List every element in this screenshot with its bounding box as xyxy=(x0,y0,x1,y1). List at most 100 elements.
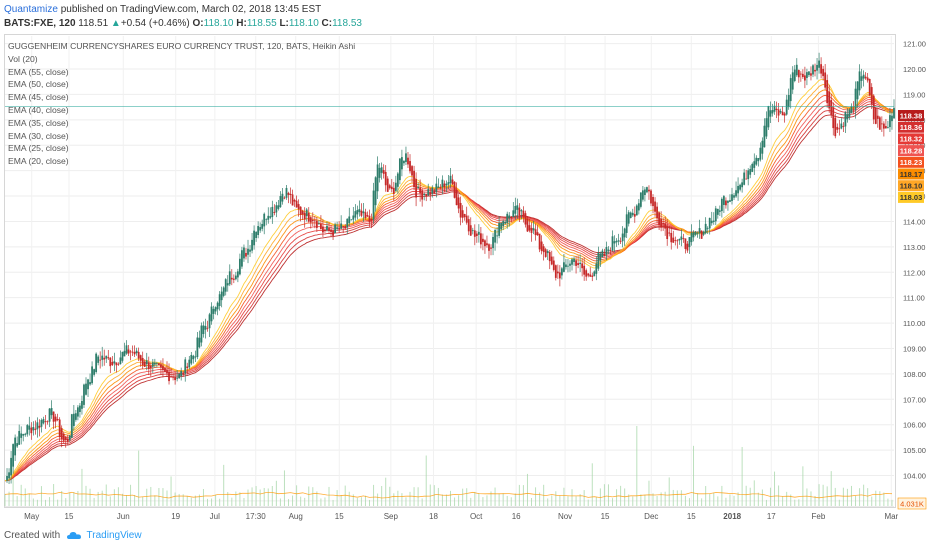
candle-body xyxy=(77,407,79,417)
candle-body xyxy=(265,219,268,221)
candle-body xyxy=(771,110,774,114)
candle-body xyxy=(684,238,687,249)
legend-item-ema-30[interactable]: EMA (30, close) xyxy=(8,130,355,143)
candle-body xyxy=(192,355,195,360)
candle-body xyxy=(186,366,189,369)
candle-body xyxy=(42,419,45,424)
candle-body xyxy=(654,201,656,212)
candle-body xyxy=(801,73,804,77)
candle-body xyxy=(623,228,626,238)
x-tick-label: 15 xyxy=(65,512,74,521)
tradingview-link[interactable]: TradingView xyxy=(87,530,142,541)
candle-body xyxy=(700,230,703,239)
legend-item-ema-50[interactable]: EMA (50, close) xyxy=(8,78,355,91)
x-tick-label: Nov xyxy=(558,512,572,521)
candle-body xyxy=(613,241,616,244)
candle-body xyxy=(475,233,478,237)
candle-body xyxy=(834,117,837,137)
candle-body xyxy=(50,408,53,416)
price-scale: 103.00104.00105.00106.00107.00108.00109.… xyxy=(897,40,927,510)
candle-body xyxy=(844,112,847,127)
candle-body xyxy=(121,351,124,361)
candle-body xyxy=(469,225,472,236)
legend-item-ema-45[interactable]: EMA (45, close) xyxy=(8,91,355,104)
candle-body xyxy=(759,147,762,160)
candle-body xyxy=(293,199,296,202)
candle-body xyxy=(536,232,539,236)
candle-body xyxy=(664,223,667,229)
candle-body xyxy=(338,228,341,230)
candle-body xyxy=(668,232,671,234)
candle-body xyxy=(241,250,243,267)
candle-body xyxy=(799,73,802,75)
candle-body xyxy=(524,213,527,225)
candle-body xyxy=(860,76,863,81)
candle-body xyxy=(585,270,588,277)
candle-body xyxy=(184,359,187,374)
candle-body xyxy=(872,95,875,120)
candle-body xyxy=(352,215,355,220)
candle-body xyxy=(196,337,199,358)
candle-body xyxy=(431,187,434,194)
candle-body xyxy=(609,250,612,252)
candle-body xyxy=(637,203,640,211)
candle-body xyxy=(488,244,490,251)
candle-body xyxy=(24,433,27,435)
candle-body xyxy=(384,171,387,186)
candle-body xyxy=(818,60,820,68)
candle-body xyxy=(79,405,81,412)
x-tick-label: Feb xyxy=(812,512,826,521)
legend-item-ema-35[interactable]: EMA (35, close) xyxy=(8,117,355,130)
candle-body xyxy=(595,263,598,274)
candle-body xyxy=(168,371,170,382)
candle-body xyxy=(417,187,420,189)
ema-price-tag-label: 118.10 xyxy=(900,182,923,191)
candle-body xyxy=(779,111,782,113)
candle-body xyxy=(83,384,85,405)
candle-body xyxy=(141,357,144,366)
ema-price-tag-label: 118.03 xyxy=(900,193,923,202)
candle-body xyxy=(656,206,658,219)
candle-body xyxy=(884,126,887,129)
candle-body xyxy=(198,337,201,348)
candle-body xyxy=(753,161,756,168)
volume-tag-label: 4.031K xyxy=(900,499,924,508)
candle-body xyxy=(301,210,304,215)
candle-body xyxy=(348,216,351,224)
x-tick-label: Mar xyxy=(884,512,898,521)
candle-body xyxy=(249,249,251,252)
candle-body xyxy=(451,179,454,185)
candle-body xyxy=(611,236,614,251)
legend-item-ema-55[interactable]: EMA (55, close) xyxy=(8,66,355,79)
candle-body xyxy=(109,357,112,367)
candle-body xyxy=(447,182,450,185)
candle-body xyxy=(781,111,784,116)
candle-body xyxy=(52,411,55,422)
candle-body xyxy=(97,356,100,363)
y-tick-label: 108.00 xyxy=(903,370,926,379)
legend-item-ema-25[interactable]: EMA (25, close) xyxy=(8,142,355,155)
candle-body xyxy=(315,220,318,228)
candle-body xyxy=(538,233,541,250)
candle-body xyxy=(188,359,191,368)
candle-body xyxy=(160,364,162,368)
y-tick-label: 121.00 xyxy=(903,40,926,49)
candle-body xyxy=(200,325,203,343)
candle-body xyxy=(429,192,432,195)
candle-body xyxy=(269,216,272,218)
candle-body xyxy=(232,278,235,280)
legend-item-ema-20[interactable]: EMA (20, close) xyxy=(8,155,355,168)
legend-item-vol[interactable]: Vol (20) xyxy=(8,53,355,66)
candle-body xyxy=(123,350,126,357)
candle-body xyxy=(484,240,486,247)
candle-body xyxy=(172,376,174,378)
x-tick-label: Dec xyxy=(644,512,658,521)
candle-body xyxy=(473,230,476,237)
candle-body xyxy=(882,123,885,129)
candle-body xyxy=(660,218,663,228)
legend-item-ema-40[interactable]: EMA (40, close) xyxy=(8,104,355,117)
candle-body xyxy=(850,106,853,114)
candle-body xyxy=(893,107,895,119)
candle-body xyxy=(204,325,207,330)
candle-body xyxy=(149,365,152,368)
